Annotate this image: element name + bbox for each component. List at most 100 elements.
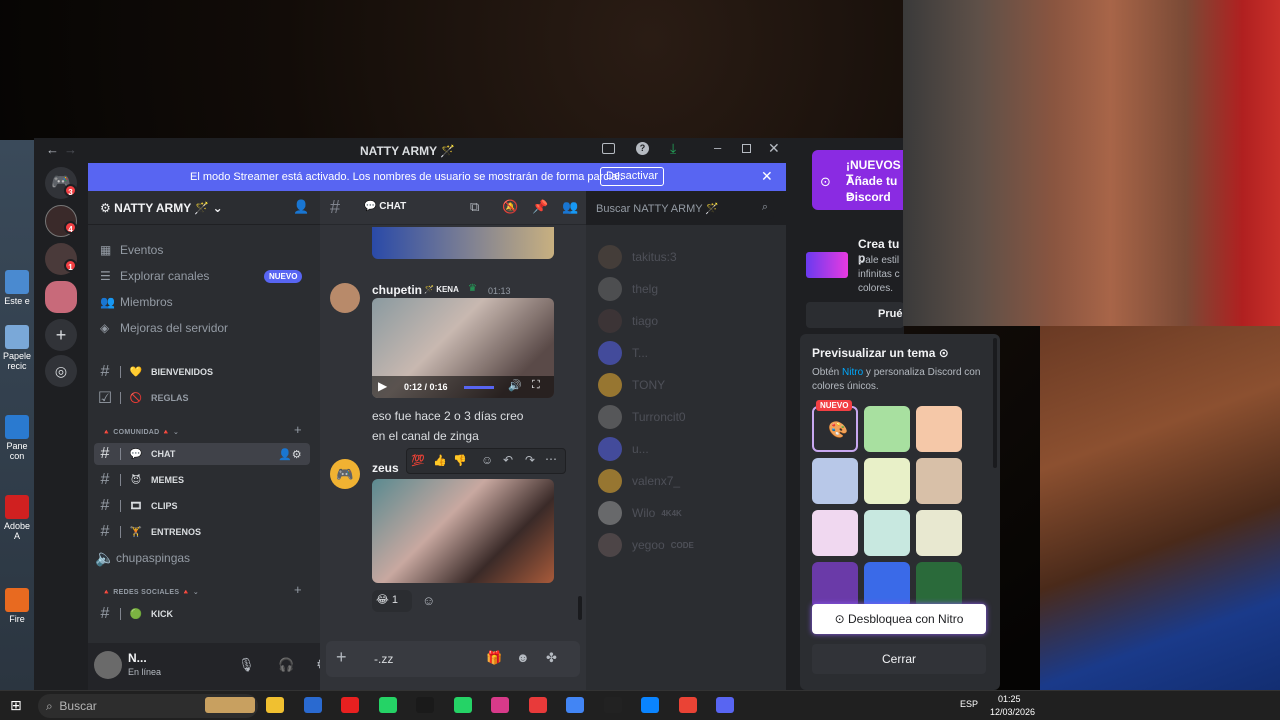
member-list-icon[interactable]: 👥	[562, 199, 578, 215]
taskbar-app-icon[interactable]	[416, 697, 434, 713]
play-icon[interactable]: ▶	[378, 379, 387, 393]
member-item[interactable]: yegoo CODE	[598, 533, 694, 557]
taskbar-app-icon[interactable]	[716, 697, 734, 713]
theme-swatch[interactable]	[812, 458, 858, 504]
channel-clips[interactable]: # 🎞 CLIPS	[94, 495, 310, 517]
gif-icon[interactable]: ☻	[516, 650, 530, 665]
back-icon[interactable]: ←	[46, 142, 59, 157]
taskbar-app-icon[interactable]	[303, 697, 322, 713]
member-item[interactable]: Wilo 4K4K	[598, 501, 682, 525]
taskbar-app-icon[interactable]	[205, 697, 255, 713]
nav-events[interactable]: ▦ Eventos	[100, 243, 163, 257]
category-comunidad[interactable]: 🔺 COMUNIDAD 🔺 ⌄	[102, 428, 179, 436]
notification-bell-icon[interactable]: 🔕	[502, 199, 518, 215]
add-reaction-icon[interactable]: ☺	[481, 453, 493, 467]
maximize-icon[interactable]	[742, 144, 751, 153]
member-item[interactable]: takitus:3	[598, 245, 677, 269]
theme-swatch[interactable]	[812, 510, 858, 556]
add-reaction-icon[interactable]: ☺	[422, 593, 435, 608]
desktop-icon[interactable]: Fire	[2, 588, 32, 624]
apps-icon[interactable]: ✤	[546, 650, 557, 666]
theme-swatch[interactable]	[916, 458, 962, 504]
avatar[interactable]	[94, 651, 122, 679]
try-button[interactable]: Prué	[806, 302, 904, 328]
taskbar-app-icon[interactable]	[678, 697, 697, 713]
video-attachment[interactable]	[372, 479, 554, 583]
nitro-link[interactable]: Nitro	[842, 367, 863, 378]
desktop-icon[interactable]: Pane con	[2, 415, 32, 461]
add-channel-icon[interactable]: +	[294, 422, 302, 437]
theme-swatch[interactable]	[916, 510, 962, 556]
taskbar-app-icon[interactable]	[603, 697, 622, 713]
taskbar-app-icon[interactable]	[641, 697, 659, 713]
reply-icon[interactable]: ↶	[503, 453, 513, 467]
channel-memes[interactable]: # 😈 MEMES	[94, 469, 310, 491]
desktop-icon[interactable]: Papele recic	[2, 325, 32, 371]
microphone-icon[interactable]: 🎙	[238, 657, 255, 673]
fullscreen-icon[interactable]: ⛶	[532, 379, 540, 392]
nav-members[interactable]: 👥 Miembros	[100, 295, 173, 309]
thumbs-down-icon[interactable]: 👎	[453, 454, 467, 467]
channel-reglas[interactable]: ☑ 🚫 REGLAS	[94, 387, 310, 409]
inbox-icon[interactable]	[602, 143, 615, 154]
server-header[interactable]: ⚙ NATTY ARMY 🪄 ⌄ 👤	[88, 191, 320, 225]
channel-settings-icon[interactable]: 👤⚙	[278, 448, 302, 461]
theme-swatch[interactable]	[812, 562, 858, 608]
threads-icon[interactable]: ⧉	[470, 199, 479, 215]
add-channel-icon[interactable]: +	[294, 582, 302, 597]
deactivate-button[interactable]: Desactivar	[600, 167, 664, 186]
thumbs-up-icon[interactable]: 👍	[433, 454, 447, 467]
search-input[interactable]: Buscar NATTY ARMY 🪄 ⌕	[590, 197, 774, 219]
explore-servers-icon[interactable]: ◎	[45, 355, 77, 387]
volume-icon[interactable]: 🔊	[508, 379, 522, 392]
channel-entrenos[interactable]: # 🏋 ENTRENOS	[94, 521, 310, 543]
gift-icon[interactable]: 🎁	[486, 650, 502, 666]
taskbar-app-icon[interactable]	[453, 697, 472, 713]
pin-icon[interactable]: 📌	[532, 199, 548, 215]
taskbar-app-icon[interactable]	[378, 697, 397, 713]
theme-swatch[interactable]	[864, 510, 910, 556]
download-icon[interactable]: ⤓	[670, 140, 676, 157]
minimize-icon[interactable]: –	[714, 140, 721, 155]
taskbar-app-icon[interactable]	[566, 697, 584, 713]
taskbar-app-icon[interactable]	[528, 697, 547, 713]
channel-bienvenidos[interactable]: # 💛 BIENVENIDOS	[94, 361, 310, 383]
language-indicator[interactable]: ESP	[960, 699, 978, 709]
forward-icon[interactable]: →	[64, 142, 77, 157]
theme-swatch[interactable]	[916, 562, 962, 608]
video-player[interactable]: ▶ 0:12 / 0:16 🔊 ⛶	[372, 298, 554, 398]
headphones-icon[interactable]: 🎧	[278, 657, 294, 673]
add-server-icon[interactable]: +	[45, 319, 77, 351]
category-redes-sociales[interactable]: 🔺 REDES SOCIALES 🔺 ⌄	[102, 588, 199, 596]
clock-time[interactable]: 01:25	[998, 694, 1021, 704]
windows-start-icon[interactable]: ⊞	[10, 697, 22, 714]
theme-swatch[interactable]	[864, 562, 910, 608]
help-icon[interactable]: ?	[636, 142, 649, 155]
add-attachment-icon[interactable]: +	[336, 647, 347, 668]
banner-close-icon[interactable]: ✕	[761, 168, 773, 185]
clock-date[interactable]: 12/03/2026	[990, 707, 1035, 717]
theme-swatch[interactable]	[864, 458, 910, 504]
more-options-icon[interactable]: ⋯	[545, 452, 557, 466]
taskbar-app-icon[interactable]	[266, 697, 284, 713]
taskbar-app-icon[interactable]	[491, 697, 509, 713]
desktop-icon[interactable]: Adobe A	[2, 495, 32, 541]
channel-chat[interactable]: # 💬 CHAT 👤⚙	[94, 443, 310, 465]
theme-swatch[interactable]	[864, 406, 910, 452]
member-item[interactable]: valenx7_	[598, 469, 680, 493]
unlock-nitro-button[interactable]: ⊙ Desbloquea con Nitro	[812, 604, 986, 634]
nitro-promo-card[interactable]: ⊙ ¡NUEVOS T Añade tu e Discord	[812, 150, 904, 210]
close-icon[interactable]: ✕	[768, 140, 780, 157]
member-item[interactable]: TONY	[598, 373, 665, 397]
forward-icon[interactable]: ↷	[525, 453, 535, 467]
member-item[interactable]: T...	[598, 341, 648, 365]
desktop-icon[interactable]: Este e	[2, 270, 32, 306]
taskbar-app-icon[interactable]	[341, 697, 359, 713]
nav-server-boost[interactable]: ◈ Mejoras del servidor	[100, 321, 228, 335]
voice-channel[interactable]: 🔈 chupaspingas	[94, 547, 310, 569]
message-author[interactable]: zeus	[372, 461, 399, 475]
invite-icon[interactable]: 👤	[293, 199, 309, 215]
video-progress[interactable]	[464, 386, 494, 389]
reaction-100-icon[interactable]: 💯	[411, 454, 425, 467]
scrollbar[interactable]	[578, 596, 582, 620]
